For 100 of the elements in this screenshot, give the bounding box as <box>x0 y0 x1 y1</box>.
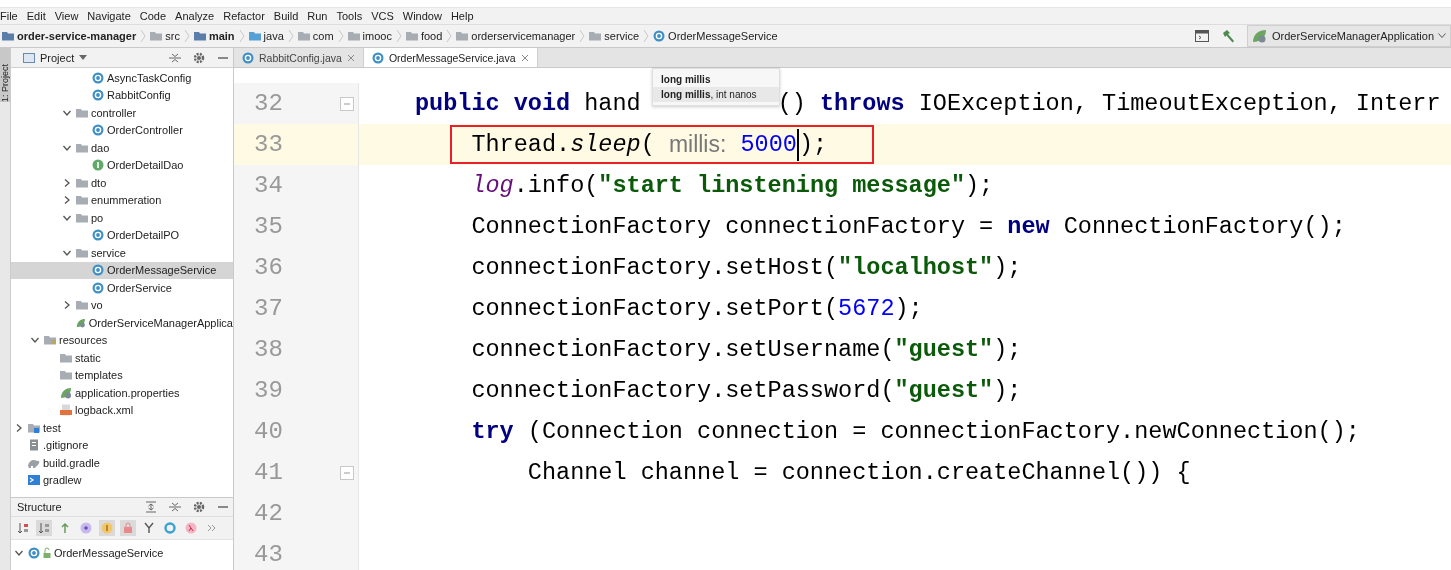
menu-item[interactable]: File <box>0 10 18 22</box>
class-icon <box>92 281 104 294</box>
class-icon <box>92 264 104 277</box>
line-number: 37 <box>254 295 284 322</box>
tree-item[interactable]: .gitignore <box>11 436 233 454</box>
hint-text: long millis <box>660 73 712 87</box>
tree-item[interactable]: po <box>11 209 233 227</box>
folder-icon <box>76 246 88 259</box>
expand-icon <box>145 501 157 513</box>
breadcrumb-item[interactable]: main <box>208 30 235 42</box>
menu-item[interactable]: Window <box>402 10 442 22</box>
tree-item[interactable]: OrderController <box>11 121 233 139</box>
breadcrumb-item[interactable]: order-service-manager <box>17 30 137 42</box>
run-config-dropdown[interactable]: OrderServiceManagerApplication <box>1246 25 1451 47</box>
breadcrumb-item[interactable]: imooc <box>362 30 392 42</box>
tree-item[interactable]: dao <box>11 139 233 157</box>
settings-icon <box>193 51 205 64</box>
menu-item[interactable]: Run <box>307 10 328 22</box>
menu-item[interactable]: VCS <box>371 10 394 22</box>
chevron-right-icon <box>446 29 453 43</box>
editor-tab[interactable]: OrderMessageService.java <box>363 48 538 67</box>
code-text: connectionFactory.setPassword("guest"); <box>470 377 1022 404</box>
tree-item[interactable]: logback.xml <box>11 401 233 419</box>
editor-tab[interactable]: RabbitConfig.java <box>234 48 364 67</box>
breadcrumb-item[interactable]: orderservicemanager <box>471 30 576 42</box>
tree-item[interactable]: vo <box>11 296 233 314</box>
menu-item[interactable]: Edit <box>26 10 46 22</box>
line-number: 43 <box>254 541 284 568</box>
panel-title[interactable]: Structure <box>17 501 62 513</box>
class-icon <box>371 51 384 64</box>
code-text: () throws IOException, TimeoutException, Interr <box>777 90 1441 117</box>
menu-item[interactable]: Refactor <box>223 10 265 22</box>
menu-item[interactable]: Build <box>273 10 299 22</box>
panel-title[interactable]: Project <box>40 51 75 64</box>
unlock-icon <box>43 546 51 559</box>
chevron-right-icon <box>643 29 650 43</box>
tree-item[interactable]: templates <box>11 366 233 384</box>
breadcrumb-item[interactable]: java <box>263 30 284 42</box>
tree-item[interactable]: dto <box>11 174 233 192</box>
code-text: connectionFactory.setHost("localhost"); <box>470 254 1022 281</box>
class-icon <box>242 51 254 64</box>
lock-icon <box>122 522 134 534</box>
menu-item[interactable]: Navigate <box>87 10 131 22</box>
tree-item[interactable]: OrderDetailDao <box>11 156 233 174</box>
tree-item[interactable]: enummeration <box>11 191 233 209</box>
tree-item[interactable]: OrderServiceManagerApplica <box>11 314 233 332</box>
class-icon <box>92 229 104 242</box>
tree-item[interactable]: service <box>11 244 233 262</box>
menu-item[interactable]: Tools <box>336 10 363 22</box>
chevron-right-icon <box>287 29 294 43</box>
menu-item[interactable]: Analyze <box>175 10 215 22</box>
tree-item[interactable]: AsyncTaskConfig <box>11 69 233 87</box>
line-number: 39 <box>254 377 284 404</box>
breadcrumb-item[interactable]: OrderMessageService <box>668 30 778 42</box>
terminal-icon <box>28 474 40 487</box>
line-number: 35 <box>254 213 284 240</box>
tree-item[interactable]: controller <box>11 104 233 122</box>
hammer-icon <box>1220 29 1235 43</box>
tree-item[interactable]: resources <box>11 331 233 349</box>
line-number: 42 <box>254 500 284 527</box>
sort-icon <box>38 522 50 534</box>
tool-window-tab[interactable]: 1: Project <box>0 48 10 102</box>
field-icon <box>101 522 113 534</box>
tree-item[interactable]: OrderDetailPO <box>11 226 233 244</box>
line-number: 33 <box>254 131 284 158</box>
breadcrumb-item[interactable]: com <box>312 30 334 42</box>
code-text: Thread.sleep( millis: 5000); <box>415 128 828 161</box>
hierarchy-icon <box>143 522 155 534</box>
tree-item[interactable]: test <box>11 419 233 437</box>
folder-icon <box>76 299 88 312</box>
tree-item[interactable]: static <box>11 349 233 367</box>
folder-icon <box>193 30 206 42</box>
breadcrumb-item[interactable]: src <box>165 30 180 42</box>
tree-item[interactable]: OrderMessageService <box>11 261 233 279</box>
tree-item[interactable]: OrderService <box>11 279 233 297</box>
tree-item[interactable]: gradlew <box>11 471 233 489</box>
menu-item[interactable]: Help <box>450 10 474 22</box>
line-number: 41 <box>254 459 284 486</box>
chevron-right-icon <box>395 29 402 43</box>
breadcrumb-item[interactable]: service <box>604 30 640 42</box>
menu-item[interactable]: Code <box>139 10 167 22</box>
close-icon <box>520 53 529 62</box>
tree-item[interactable]: RabbitConfig <box>11 86 233 104</box>
more-icon <box>206 522 218 534</box>
folder-icon <box>248 30 261 42</box>
folder-icon <box>76 194 88 207</box>
code-text: Channel channel = connection.createChannel()) { <box>526 459 1191 486</box>
lambda-icon <box>185 522 197 534</box>
tree-item[interactable]: OrderMessageService <box>11 544 233 562</box>
breadcrumb-item[interactable]: food <box>420 30 443 42</box>
code-text: connectionFactory.setPort(5672); <box>470 295 923 322</box>
menu-item[interactable]: View <box>54 10 79 22</box>
class-icon <box>92 71 104 84</box>
class-icon <box>92 89 104 102</box>
folder-icon <box>60 351 72 364</box>
folder-icon <box>150 30 163 42</box>
tree-item[interactable]: build.gradle <box>11 454 233 472</box>
tree-item[interactable]: application.properties <box>11 384 233 402</box>
code-text: public void hand <box>415 90 641 117</box>
up-arrow-icon <box>59 522 71 534</box>
